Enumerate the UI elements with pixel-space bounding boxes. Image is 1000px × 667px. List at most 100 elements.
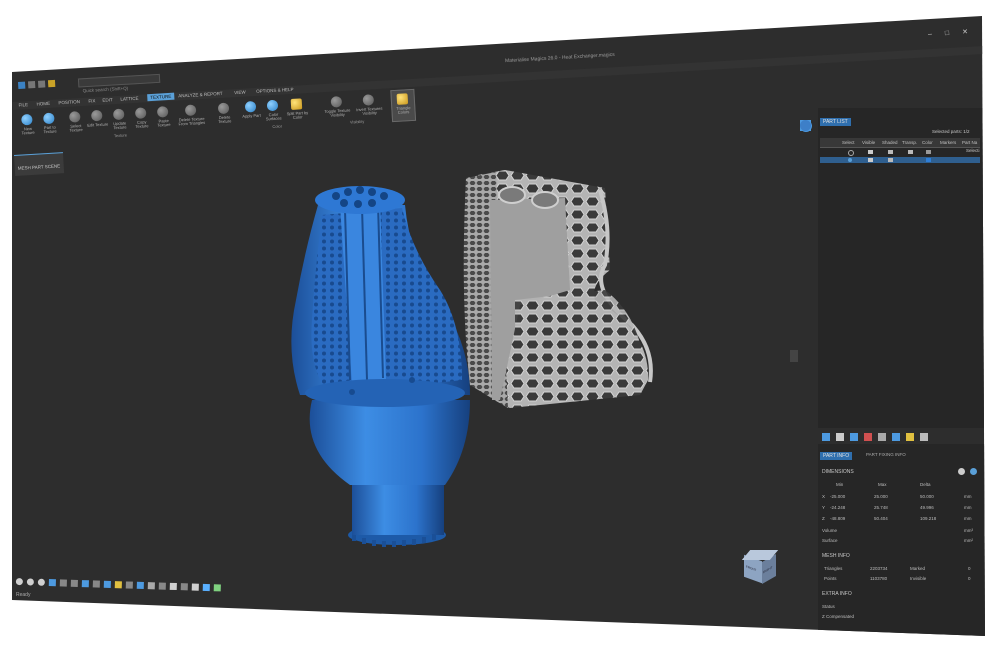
tab-part-info[interactable]: PART INFO xyxy=(820,452,853,460)
status-bar-text: Ready xyxy=(16,592,31,598)
zoom-icon[interactable] xyxy=(15,578,23,586)
view-top-icon[interactable] xyxy=(81,580,89,588)
mesh-info-title: MESH INFO xyxy=(822,553,850,559)
transparency-icon[interactable] xyxy=(908,150,913,154)
view-cube-right-label: RIGHT xyxy=(763,565,773,575)
dim-z-max: 50.404 xyxy=(874,516,888,521)
dim-header-max: Max xyxy=(878,482,887,487)
row-select-radio[interactable] xyxy=(848,150,854,156)
dim-z-min: -48.809 xyxy=(830,516,846,521)
refresh-icon[interactable] xyxy=(958,468,965,475)
dim-z-delta: 109.218 xyxy=(920,516,937,521)
view-cube-front-label: FRONT xyxy=(746,564,757,573)
color-swatch[interactable] xyxy=(926,150,931,154)
marked-value: 0 xyxy=(968,566,971,571)
volume-unit: mm³ xyxy=(964,528,973,533)
surface-label: Surface xyxy=(822,538,838,543)
gray-lattice-part[interactable] xyxy=(463,170,653,408)
measure-icon[interactable] xyxy=(158,582,166,590)
blue-heat-exchanger-part[interactable] xyxy=(291,186,470,547)
view-side-icon[interactable] xyxy=(103,580,111,588)
render-icon[interactable] xyxy=(202,583,210,592)
triangles-label: Triangles xyxy=(824,566,843,571)
dim-x-max: 25.000 xyxy=(874,494,888,499)
screenshot-icon[interactable] xyxy=(191,583,199,591)
col-select[interactable]: Select xyxy=(842,140,855,145)
dim-header-delta: Delta xyxy=(920,482,931,487)
shade-icon[interactable] xyxy=(125,581,133,589)
hide-icon[interactable] xyxy=(892,433,900,441)
dim-y-unit: mm xyxy=(964,505,972,510)
extra-info-title: EXTRA INFO xyxy=(822,591,852,597)
visible-eye-icon[interactable] xyxy=(868,150,873,154)
dim-header-min: Min xyxy=(836,482,844,487)
group-icon[interactable] xyxy=(850,433,858,441)
add-part-icon[interactable] xyxy=(822,433,830,441)
triangles-value: 2203734 xyxy=(870,566,888,571)
triangle-view-icon[interactable] xyxy=(169,582,177,591)
col-color[interactable]: Color xyxy=(922,140,933,145)
zoom-out-icon[interactable] xyxy=(37,578,45,586)
shaded-icon[interactable] xyxy=(888,158,893,162)
status-label: Status xyxy=(822,604,835,609)
volume-label: Volume xyxy=(822,528,838,533)
part-actions-toolbar xyxy=(822,433,928,441)
surface-unit: mm² xyxy=(964,538,973,543)
col-transp[interactable]: Transp. xyxy=(902,140,917,145)
wireframe-icon[interactable] xyxy=(147,582,155,590)
dim-y-delta: 49.996 xyxy=(920,505,934,510)
view-fit-icon[interactable] xyxy=(48,579,56,587)
selected-parts-count: Selected parts: 1/2 xyxy=(932,129,970,134)
panel-collapse-handle[interactable] xyxy=(790,350,798,362)
dim-z-axis: Z xyxy=(822,516,825,521)
remove-icon[interactable] xyxy=(864,433,872,441)
dim-x-axis: X xyxy=(822,494,826,499)
screenshot-stage: Materialise Magics 26.0 - Heat Exchanger… xyxy=(0,0,1000,667)
tab-part-fixing-info[interactable]: PART FIXING INFO xyxy=(866,452,906,458)
col-visible[interactable]: Visible xyxy=(862,140,875,145)
dim-z-unit: mm xyxy=(964,516,972,521)
points-label: Points xyxy=(824,576,837,581)
part-info-panel: PART INFO PART FIXING INFO DIMENSIONS Mi… xyxy=(818,444,985,636)
row-extra: Selecti xyxy=(966,148,980,153)
right-tool-strip xyxy=(800,120,818,420)
section-icon[interactable] xyxy=(136,581,144,590)
row-select-radio[interactable] xyxy=(848,158,852,162)
dim-x-unit: mm xyxy=(964,494,972,499)
dim-y-axis: Y xyxy=(822,505,826,510)
application-window: Materialise Magics 26.0 - Heat Exchanger… xyxy=(12,16,985,636)
part-list-tab[interactable]: PART LIST xyxy=(820,118,851,126)
duplicate-icon[interactable] xyxy=(836,433,844,441)
table-row[interactable]: Selecti xyxy=(820,148,980,156)
zoom-in-icon[interactable] xyxy=(26,578,34,586)
dim-y-max: 25.748 xyxy=(874,505,888,510)
perspective-icon[interactable] xyxy=(180,583,188,591)
view-cube[interactable]: FRONT RIGHT xyxy=(741,550,779,585)
pan-icon[interactable] xyxy=(59,579,67,587)
visible-eye-icon[interactable] xyxy=(868,158,873,162)
dim-y-min: -24.248 xyxy=(830,505,846,510)
dimensions-title: DIMENSIONS xyxy=(822,469,854,475)
rotate-icon[interactable] xyxy=(70,579,78,587)
view-front-icon[interactable] xyxy=(92,580,100,588)
light-icon[interactable] xyxy=(114,581,122,589)
z-compensated-label: Z Compensated xyxy=(822,614,855,619)
compute-icon[interactable] xyxy=(970,468,977,475)
table-row[interactable] xyxy=(820,157,980,163)
folder-icon[interactable] xyxy=(906,433,914,441)
col-markers[interactable]: Markers xyxy=(940,140,956,145)
merge-icon[interactable] xyxy=(878,433,886,441)
select-icon[interactable] xyxy=(213,584,221,592)
dim-x-delta: 50.000 xyxy=(920,494,934,499)
col-shaded[interactable]: Shaded xyxy=(882,140,898,145)
settings-icon[interactable] xyxy=(920,433,928,441)
dim-x-min: -25.000 xyxy=(830,494,846,499)
marked-label: Marked xyxy=(910,566,926,571)
color-swatch[interactable] xyxy=(926,158,931,162)
sphere-icon[interactable] xyxy=(800,120,811,131)
invisible-value: 0 xyxy=(968,576,971,581)
invisible-label: Invisible xyxy=(910,576,927,581)
part-list-header: Select Visible Shaded Transp. Color Mark… xyxy=(820,138,980,148)
shaded-icon[interactable] xyxy=(888,150,893,154)
col-part-name[interactable]: Part Na xyxy=(962,140,977,145)
